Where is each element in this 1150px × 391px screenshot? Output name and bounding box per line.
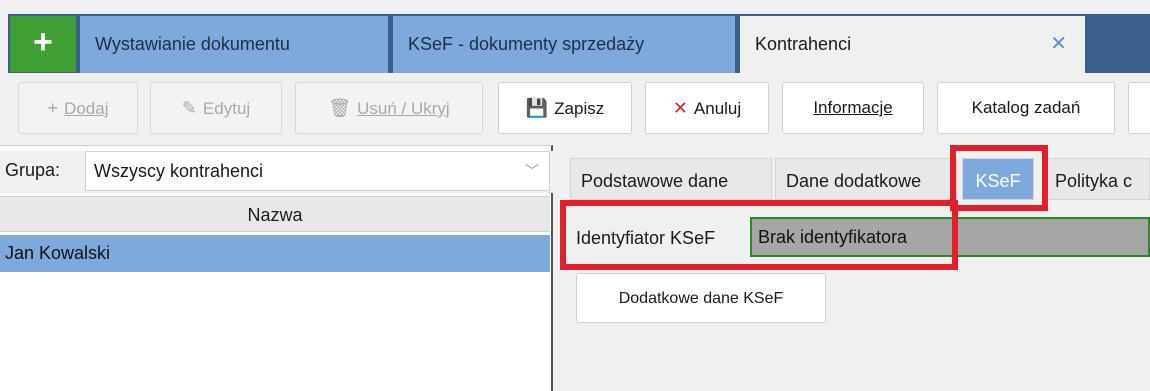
group-select-value: Wszyscy kontrahenci <box>94 161 264 181</box>
highlight-box-ksef-tab <box>950 145 1048 211</box>
tab-label: Kontrahenci <box>755 34 852 54</box>
task-catalog-button[interactable]: Katalog zadań <box>937 82 1115 134</box>
cancel-button[interactable]: ✕ Anuluj <box>645 82 769 134</box>
tab-dane-dodatkowe[interactable]: Dane dodatkowe <box>775 158 957 200</box>
table-row[interactable]: Jan Kowalski <box>0 235 550 272</box>
new-tab-button[interactable]: + <box>10 16 76 72</box>
delete-button[interactable]: 🗑 Usuń / Ukryj <box>295 82 483 134</box>
save-icon: 💾 <box>525 98 549 118</box>
group-select[interactable]: Wszyscy kontrahenci ﹀ <box>85 151 550 191</box>
extra-ksef-data-button[interactable]: Dodatkowe dane KSeF <box>576 273 826 323</box>
tab-wystawianie-dokumentu[interactable]: Wystawianie dokumentu <box>80 16 388 73</box>
tab-label: Wystawianie dokumentu <box>95 34 290 54</box>
add-button[interactable]: + Dodaj <box>18 82 138 134</box>
tab-ksef-dokumenty[interactable]: KSeF - dokumenty sprzedaży <box>393 16 735 73</box>
trash-icon: 🗑 <box>328 98 352 118</box>
tab-kontrahenci[interactable]: Kontrahenci ✕ <box>740 16 1085 73</box>
tab-polityka[interactable]: Polityka c <box>1044 158 1150 200</box>
close-icon: ✕ <box>672 98 688 118</box>
edit-button[interactable]: ✎ Edytuj <box>150 82 282 134</box>
group-label: Grupa: <box>5 160 61 180</box>
tab-podstawowe-dane[interactable]: Podstawowe dane <box>570 158 772 200</box>
highlight-box-ksef-id <box>560 200 958 270</box>
tab-label: KSeF - dokumenty sprzedaży <box>408 34 645 54</box>
plus-icon: + <box>47 98 59 118</box>
toolbar-overflow-button[interactable] <box>1128 82 1150 134</box>
column-header-nazwa[interactable]: Nazwa <box>0 196 550 232</box>
info-button[interactable]: Informacje <box>782 82 924 134</box>
chevron-down-icon: ﹀ <box>525 163 539 179</box>
close-icon[interactable]: ✕ <box>1050 16 1067 73</box>
save-button[interactable]: 💾 Zapisz <box>498 82 632 134</box>
edit-icon: ✎ <box>181 98 197 118</box>
